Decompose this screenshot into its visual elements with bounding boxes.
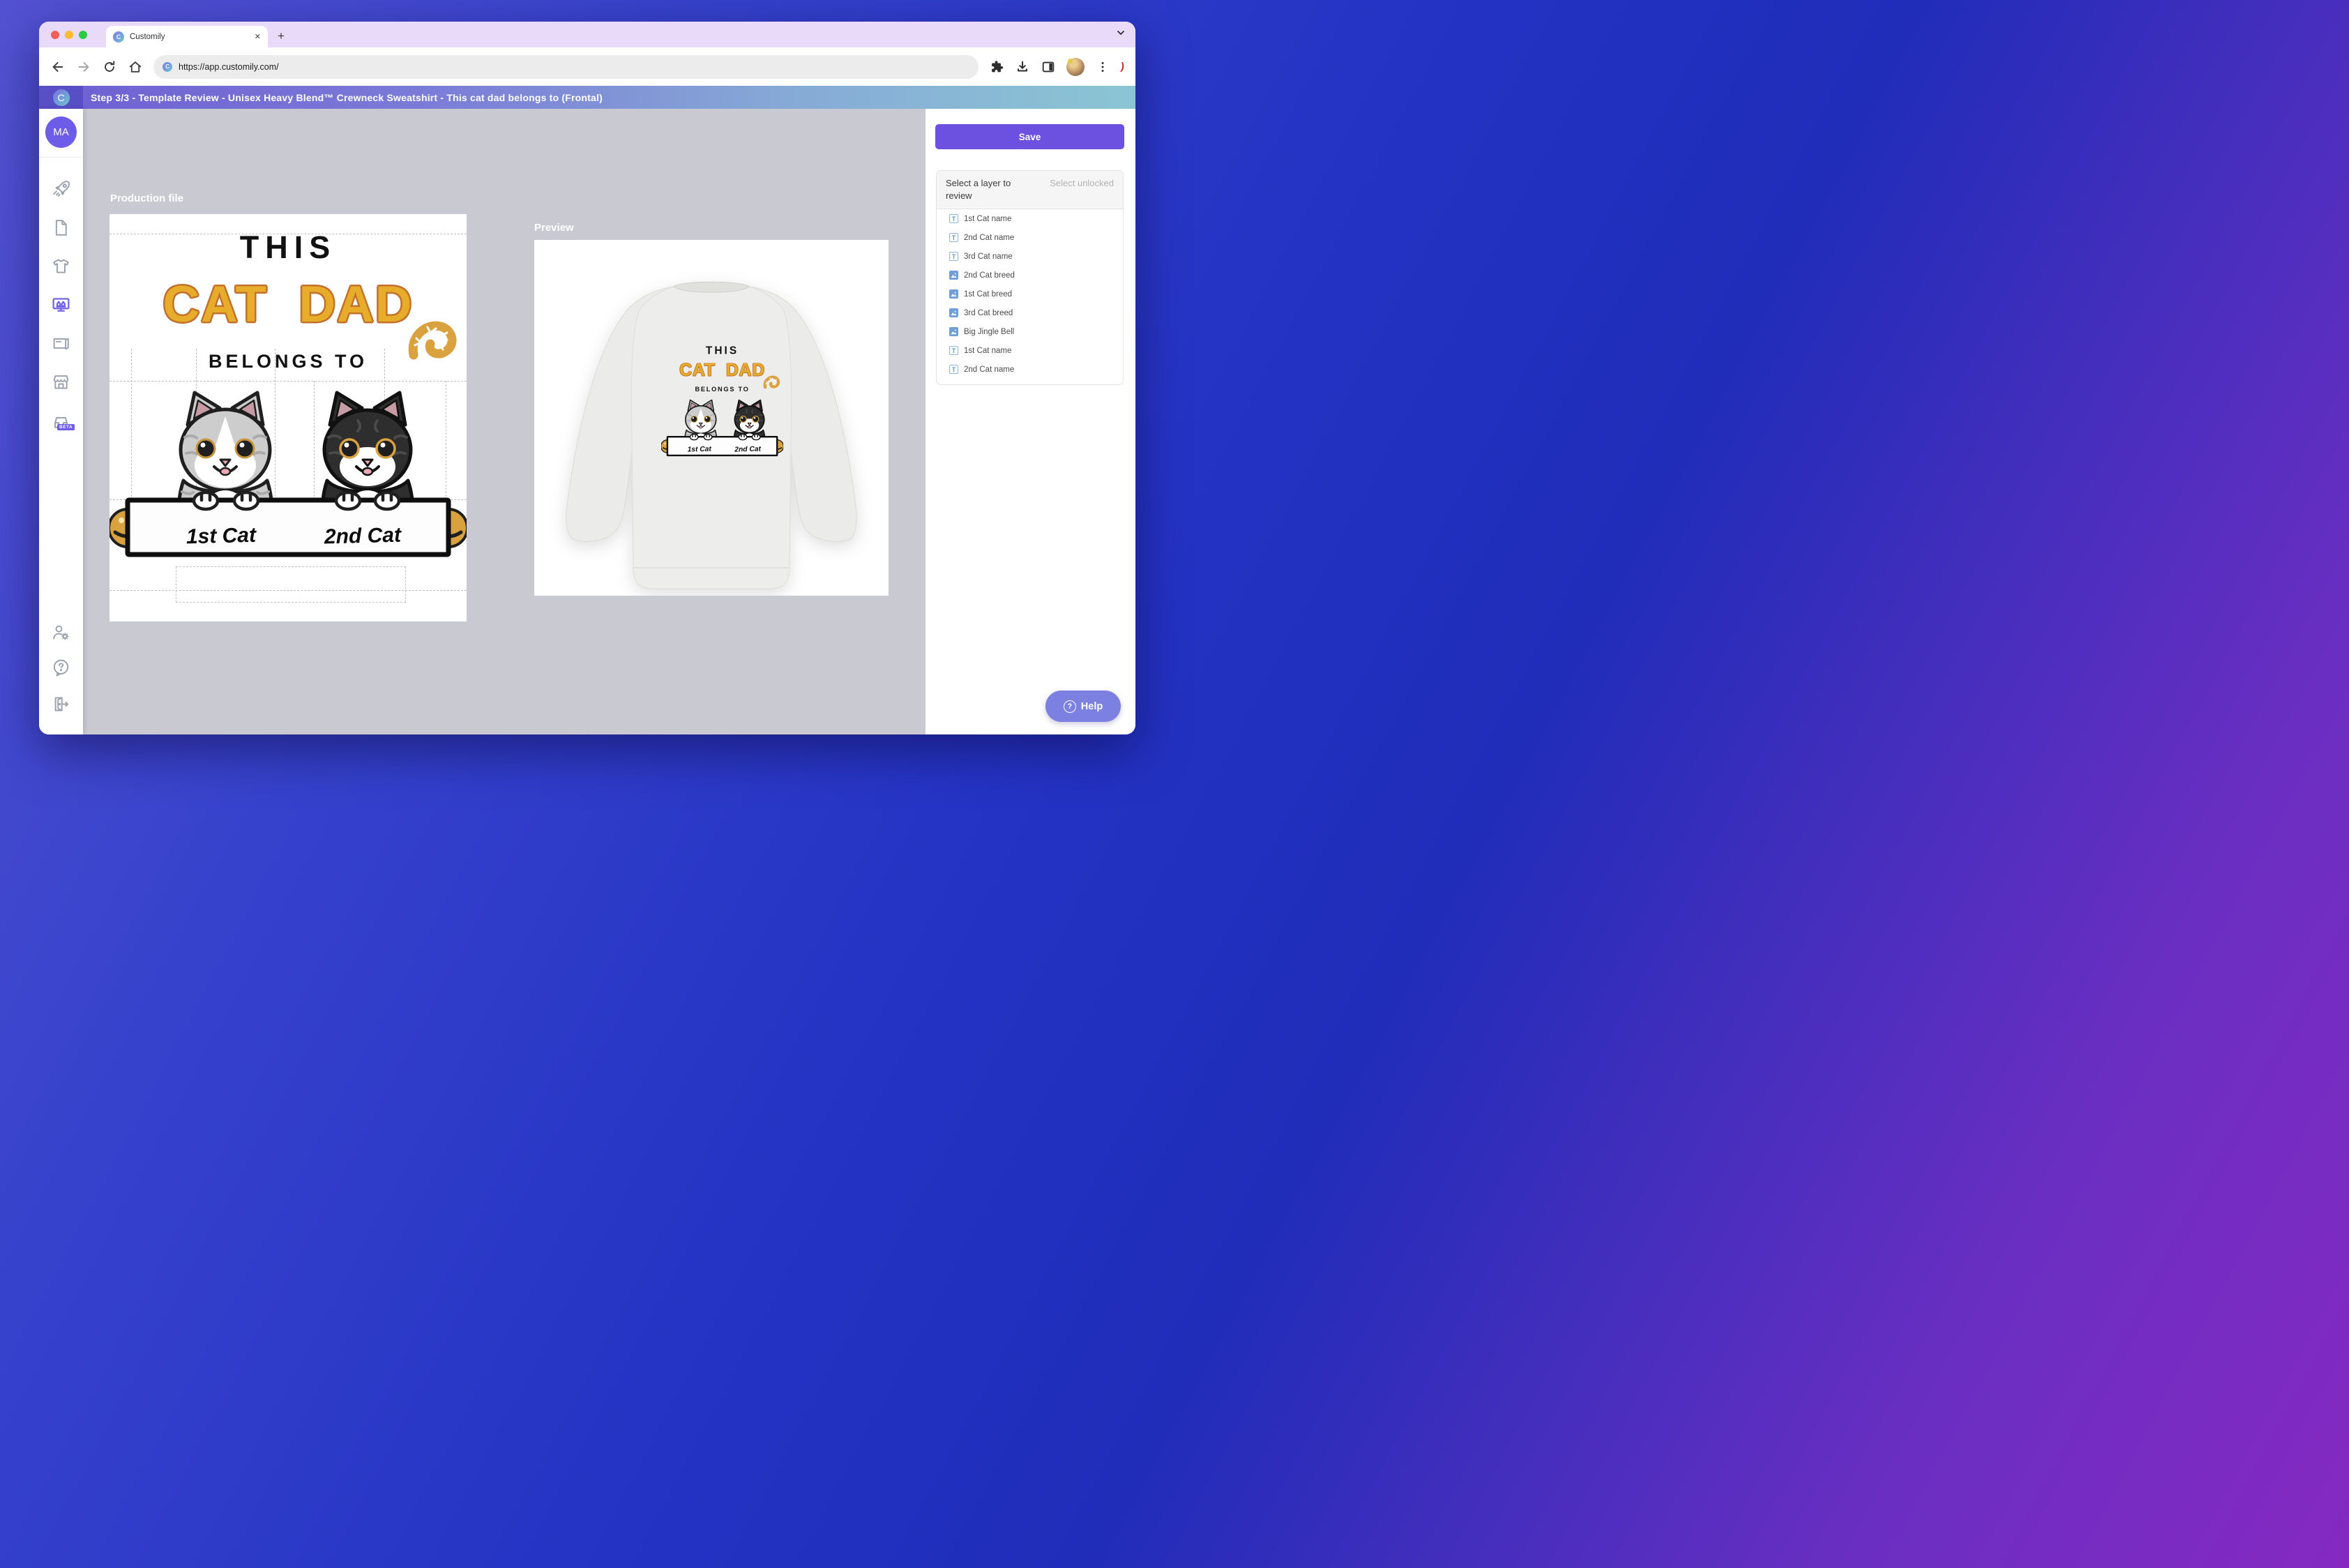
close-tab-icon[interactable]: ✕ [255, 32, 261, 41]
banner-name-1: 1st Cat [172, 520, 270, 553]
new-tab-button[interactable]: + [278, 29, 285, 43]
step-title: Step 3/3 - Template Review - Unisex Heav… [91, 92, 603, 103]
image-layer-icon [949, 308, 958, 317]
save-button[interactable]: Save [935, 124, 1124, 149]
download-icon[interactable] [1015, 59, 1030, 75]
browser-window: C Customily ✕ + C https://app.customily.… [39, 22, 1135, 734]
home-icon[interactable] [128, 59, 143, 75]
cats-banner-art [661, 399, 783, 459]
layer-row[interactable]: 1st Cat breed [937, 285, 1123, 303]
minimize-window-button[interactable] [65, 31, 73, 39]
text-layer-icon: T [949, 365, 958, 374]
reload-icon[interactable] [102, 59, 117, 75]
layer-selection-box: Select a layer to review Select unlocked… [936, 170, 1124, 385]
account-settings-icon[interactable] [51, 622, 71, 642]
layer-row[interactable]: 3rd Cat breed [937, 303, 1123, 322]
layer-label: 3rd Cat name [964, 252, 1013, 261]
customily-logo-box: C [39, 86, 83, 109]
profile-avatar[interactable] [1066, 58, 1085, 76]
customily-favicon: C [113, 31, 124, 43]
help-button[interactable]: ? Help [1045, 691, 1121, 722]
layer-label: 1st Cat name [964, 347, 1011, 355]
beta-badge: BETA [57, 424, 75, 430]
text-layer-icon: T [949, 252, 958, 261]
layer-row[interactable]: T 2nd Cat name [937, 228, 1123, 247]
divider [39, 157, 83, 158]
banner-name-2: 2nd Cat [731, 444, 764, 455]
layer-label: 3rd Cat breed [964, 309, 1013, 317]
preview-label: Preview [534, 222, 574, 234]
forward-icon[interactable] [76, 59, 91, 75]
design-line3: BELONGS TO [109, 351, 467, 372]
layer-label: 2nd Cat breed [964, 271, 1015, 280]
banner-name-1: 1st Cat [683, 444, 716, 455]
layer-row[interactable]: T 1st Cat name [937, 209, 1123, 228]
app-header: C Step 3/3 - Template Review - Unisex He… [39, 86, 1135, 109]
workspace: Production file THIS CAT DAD [83, 109, 926, 734]
right-panel: Save Select a layer to review Select unl… [926, 109, 1135, 734]
layer-label: 1st Cat name [964, 215, 1011, 223]
banner-name-2: 2nd Cat [313, 520, 411, 553]
chevron-down-icon[interactable] [1116, 28, 1126, 38]
design-artwork: THIS CAT DAD BELONGS TO 1st Cat 2nd Cat [109, 214, 467, 621]
question-mark-icon: ? [1064, 700, 1076, 713]
help-bubble-icon[interactable] [51, 658, 71, 678]
production-file-label: Production file [110, 193, 183, 204]
text-layer-icon: T [949, 346, 958, 355]
browser-tab[interactable]: C Customily ✕ [106, 26, 268, 47]
layer-label: Big Jingle Bell [964, 328, 1014, 336]
side-panel-icon[interactable] [1041, 59, 1056, 75]
url-favicon: C [163, 62, 172, 72]
image-layer-icon [949, 289, 958, 299]
desktop-background: C Customily ✕ + C https://app.customily.… [0, 0, 2349, 1568]
tshirt-icon[interactable] [51, 256, 71, 276]
design-line1: THIS [661, 345, 783, 357]
design-line3: BELONGS TO [661, 386, 783, 393]
preview-panel[interactable]: THIS CAT DAD BELONGS TO 1st Cat 2nd Cat [534, 240, 889, 596]
layer-row[interactable]: T 1st Cat name [937, 341, 1123, 360]
user-avatar[interactable]: MA [45, 116, 77, 148]
layer-box-title: Select a layer to review [946, 177, 1038, 202]
layer-label: 2nd Cat name [964, 365, 1014, 374]
layer-label: 2nd Cat name [964, 234, 1014, 242]
browser-toolbar: C https://app.customily.com/ ) [39, 47, 1135, 86]
rocket-icon[interactable] [51, 179, 71, 199]
store-icon[interactable] [51, 372, 71, 392]
image-layer-icon [949, 271, 958, 280]
design-line1: THIS [109, 229, 467, 266]
extensions-puzzle-icon[interactable] [989, 59, 1004, 75]
maximize-window-button[interactable] [79, 31, 87, 39]
layer-label: 1st Cat breed [964, 290, 1012, 299]
tab-title: Customily [130, 33, 249, 41]
preview-design-artwork: THIS CAT DAD BELONGS TO 1st Cat 2nd Cat [661, 339, 783, 478]
booklet-icon[interactable] [51, 333, 71, 354]
cats-banner-art [109, 389, 467, 563]
customily-logo: C [53, 89, 70, 106]
design-monitor-icon[interactable] [51, 295, 71, 315]
url-text: https://app.customily.com/ [179, 62, 279, 72]
layer-row[interactable]: T 2nd Cat name [937, 360, 1123, 379]
url-bar[interactable]: C https://app.customily.com/ [153, 55, 979, 79]
select-unlocked-label: Select unlocked [1038, 177, 1114, 202]
red-accent-mark: ) [1120, 61, 1125, 73]
logout-door-icon[interactable] [51, 694, 71, 714]
back-icon[interactable] [50, 59, 66, 75]
layer-box-header: Select a layer to review Select unlocked [937, 171, 1123, 209]
layer-row[interactable]: T 3rd Cat name [937, 247, 1123, 266]
image-layer-icon [949, 327, 958, 336]
layer-row[interactable]: 2nd Cat breed [937, 266, 1123, 285]
menu-dots-icon[interactable] [1095, 59, 1110, 75]
text-layer-icon: T [949, 214, 958, 223]
close-window-button[interactable] [51, 31, 59, 39]
text-layer-icon: T [949, 233, 958, 242]
help-button-label: Help [1081, 701, 1103, 712]
tab-strip: C Customily ✕ + [39, 22, 1135, 47]
window-controls[interactable] [51, 31, 87, 39]
sidebar: MA [39, 109, 83, 734]
production-canvas[interactable]: THIS CAT DAD BELONGS TO 1st Cat 2nd Cat [109, 214, 467, 621]
layer-row[interactable]: Big Jingle Bell [937, 322, 1123, 341]
file-icon[interactable] [51, 218, 71, 238]
